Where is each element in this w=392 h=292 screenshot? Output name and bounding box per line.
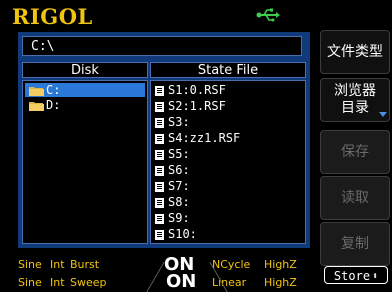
store-label: Store — [333, 269, 371, 283]
ch2-sweep-type: Linear — [212, 276, 247, 289]
up-down-arrow-icon: ⬍ — [372, 270, 379, 282]
disk-item-c[interactable]: C: — [25, 83, 145, 97]
usb-icon — [256, 8, 280, 22]
file-icon — [155, 213, 164, 224]
brand-logo: RIGOL — [12, 4, 93, 29]
ch1-mode: Burst — [70, 258, 100, 271]
state-file-item[interactable]: S3: — [155, 116, 190, 129]
state-file-item[interactable]: S6: — [155, 164, 190, 177]
path-field[interactable]: C:\ — [22, 36, 302, 56]
state-file-item[interactable]: S1:0.RSF — [155, 84, 226, 97]
disk-item-label: C: — [46, 83, 61, 97]
softkey-menu: 文件类型 浏览器 目录 保存 读取 复制 Store ⬍ — [316, 0, 392, 288]
ch1-wave: Sine — [18, 258, 42, 271]
disk-item-d[interactable]: D: — [25, 98, 145, 112]
file-browser: C:\ Disk State File C: D: S1:0.RSF S2:1.… — [18, 32, 310, 248]
state-file-item[interactable]: S5: — [155, 148, 190, 161]
file-icon — [155, 117, 164, 128]
file-icon — [155, 101, 164, 112]
state-file-column-header: State File — [150, 62, 306, 78]
file-icon — [155, 181, 164, 192]
state-file-item[interactable]: S7: — [155, 180, 190, 193]
file-type-label: 文件类型 — [327, 43, 383, 60]
browse-label-line2: 目录 — [341, 100, 369, 116]
state-file-item[interactable]: S2:1.RSF — [155, 100, 226, 113]
ch2-wave: Sine — [18, 276, 42, 289]
browse-label-line1: 浏览器 — [334, 83, 376, 99]
disk-list: C: D: — [22, 80, 148, 244]
copy-button[interactable]: 复制 — [320, 222, 390, 266]
copy-label: 复制 — [341, 235, 369, 252]
save-button[interactable]: 保存 — [320, 130, 390, 174]
file-icon — [155, 165, 164, 176]
read-button[interactable]: 读取 — [320, 176, 390, 220]
ch1-source: Int — [50, 258, 65, 271]
top-bar: RIGOL — [0, 0, 314, 30]
file-icon — [155, 149, 164, 160]
folder-icon — [29, 101, 44, 111]
file-icon — [155, 229, 164, 240]
state-file-item[interactable]: S4:zz1.RSF — [155, 132, 240, 145]
file-icon — [155, 133, 164, 144]
ch2-source: Int — [50, 276, 65, 289]
store-menu-button[interactable]: Store ⬍ — [324, 266, 388, 284]
channel-status-bar: Sine Int Burst ON NCycle HighZ Sine Int … — [0, 252, 314, 291]
submenu-arrow-icon — [379, 112, 387, 117]
ch2-load: HighZ — [264, 276, 297, 289]
state-file-item[interactable]: S9: — [155, 212, 190, 225]
read-label: 读取 — [341, 189, 369, 206]
disk-column-header: Disk — [22, 62, 148, 78]
disk-item-label: D: — [46, 98, 61, 112]
ch1-load: HighZ — [264, 258, 297, 271]
ch2-mode: Sweep — [70, 276, 107, 289]
ch2-output-state[interactable]: ON — [166, 273, 196, 291]
state-file-list: S1:0.RSF S2:1.RSF S3: S4:zz1.RSF S5: S6:… — [150, 80, 306, 244]
file-icon — [155, 197, 164, 208]
file-icon — [155, 85, 164, 96]
screen: RIGOL C:\ Disk State File C: D: S1:0.RSF… — [0, 0, 392, 292]
file-type-button[interactable]: 文件类型 — [320, 30, 390, 74]
folder-icon — [29, 86, 44, 96]
state-file-item[interactable]: S10: — [155, 228, 197, 241]
save-label: 保存 — [341, 143, 369, 160]
state-file-item[interactable]: S8: — [155, 196, 190, 209]
browse-directory-button[interactable]: 浏览器 目录 — [320, 78, 390, 122]
ch1-burst-type: NCycle — [212, 258, 251, 271]
